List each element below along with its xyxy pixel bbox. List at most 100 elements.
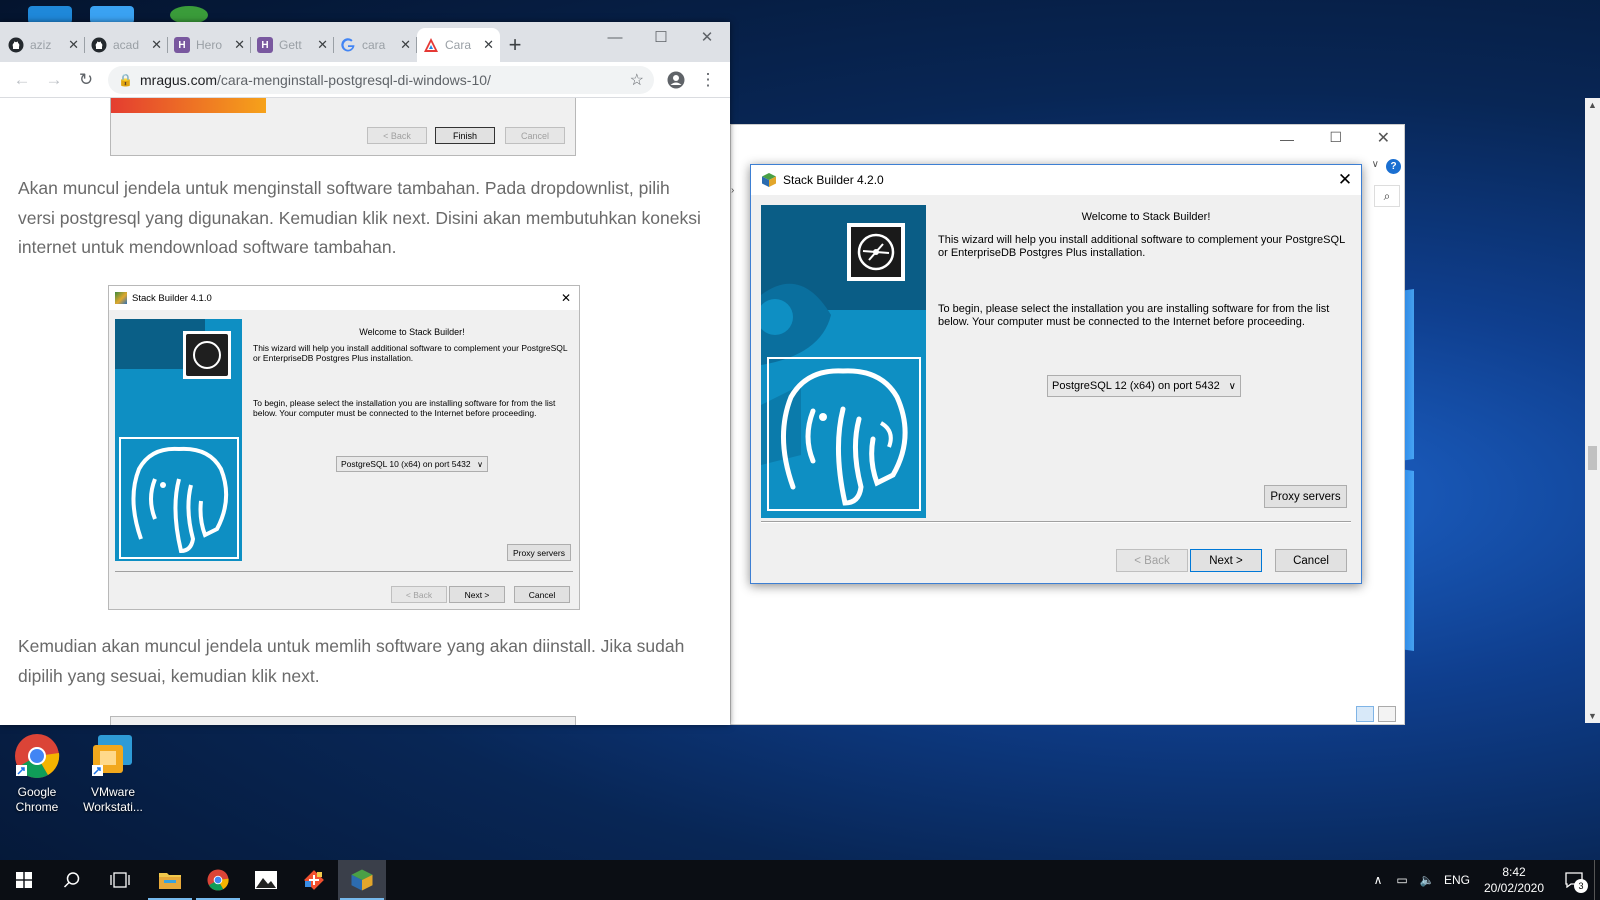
start-button[interactable] bbox=[0, 860, 48, 900]
language-indicator[interactable]: ENG bbox=[1440, 873, 1474, 887]
large-icons-view-icon[interactable] bbox=[1378, 706, 1396, 722]
embedded-window-title: Stack Builder 4.1.0 bbox=[132, 292, 212, 304]
close-icon[interactable]: ✕ bbox=[1377, 128, 1390, 148]
scroll-down-icon[interactable]: ▼ bbox=[1585, 711, 1600, 721]
wizard-intro-text: This wizard will help you install additi… bbox=[938, 234, 1345, 259]
tab-title: Gett bbox=[279, 38, 302, 52]
maximize-icon[interactable]: ☐ bbox=[638, 22, 684, 52]
article-screenshot-next bbox=[110, 716, 576, 725]
search-button[interactable] bbox=[48, 860, 96, 900]
chevron-down-icon[interactable]: ∨ bbox=[1372, 159, 1379, 170]
task-view-button[interactable] bbox=[96, 860, 144, 900]
dialog-titlebar: Stack Builder 4.2.0 bbox=[751, 165, 1361, 195]
page-scrollbar[interactable]: ▲ ▼ bbox=[1585, 98, 1600, 723]
url-host: mragus.com bbox=[140, 71, 218, 88]
installation-select[interactable]: PostgreSQL 12 (x64) on port 5432 ∨ bbox=[1047, 375, 1241, 397]
reload-icon[interactable]: ↻ bbox=[70, 66, 102, 94]
article-page: < Back Finish Cancel Akan muncul jendela… bbox=[0, 98, 715, 725]
close-tab-icon[interactable]: ✕ bbox=[234, 37, 245, 53]
close-tab-icon[interactable]: ✕ bbox=[483, 37, 494, 53]
article-screenshot-stackbuilder: Stack Builder 4.1.0 ✕ Welcome to Stack B… bbox=[108, 285, 580, 610]
installer-banner-image bbox=[111, 98, 266, 113]
action-center-icon[interactable]: 3 bbox=[1554, 860, 1594, 900]
maximize-icon[interactable]: ☐ bbox=[1329, 129, 1342, 146]
chevron-down-icon: ∨ bbox=[1228, 380, 1236, 392]
wizard-banner bbox=[761, 205, 926, 518]
taskbar-photos[interactable] bbox=[242, 860, 290, 900]
windows-icon bbox=[16, 872, 32, 888]
taskbar: ∧ ▭ 🔈 ENG 8:42 20/02/2020 3 bbox=[0, 860, 1600, 900]
bookmark-star-icon[interactable]: ☆ bbox=[630, 70, 644, 90]
help-icon[interactable]: ? bbox=[1386, 159, 1401, 174]
tab-heroku-gett[interactable]: H Gett ✕ bbox=[251, 28, 334, 62]
close-tab-icon[interactable]: ✕ bbox=[317, 37, 328, 53]
close-icon: ✕ bbox=[560, 291, 571, 305]
back-button[interactable]: < Back bbox=[1116, 549, 1188, 572]
lock-icon: 🔒 bbox=[118, 72, 133, 87]
chevron-down-icon: ∨ bbox=[477, 459, 483, 469]
postgres-elephant-icon bbox=[767, 357, 921, 511]
desktop-icon-label: Google Chrome bbox=[15, 785, 59, 814]
scroll-thumb[interactable] bbox=[1588, 446, 1597, 470]
forward-icon[interactable]: → bbox=[38, 66, 70, 94]
task-view-icon bbox=[110, 872, 130, 888]
volume-icon[interactable]: 🔈 bbox=[1414, 873, 1440, 887]
taskbar-git[interactable] bbox=[290, 860, 338, 900]
tab-title: cara bbox=[362, 38, 386, 52]
new-tab-button[interactable]: + bbox=[500, 28, 530, 62]
tab-title: Cara bbox=[445, 38, 472, 52]
tab-github-acad[interactable]: acad ✕ bbox=[85, 28, 168, 62]
search-icon bbox=[63, 872, 80, 888]
screenshot-cancel-button: Cancel bbox=[505, 127, 565, 144]
proxy-servers-button[interactable]: Proxy servers bbox=[1264, 485, 1347, 508]
chrome-icon bbox=[14, 733, 60, 779]
stack-builder-icon bbox=[762, 173, 776, 187]
minimize-icon[interactable]: — bbox=[592, 22, 638, 52]
chevron-up-icon[interactable]: ∧ bbox=[1366, 873, 1390, 887]
tab-github-aziz[interactable]: aziz ✕ bbox=[2, 28, 85, 62]
screenshot-back-button: < Back bbox=[367, 127, 427, 144]
tab-google-cara[interactable]: cara ✕ bbox=[334, 28, 417, 62]
screenshot-finish-button: Finish bbox=[435, 127, 495, 144]
back-icon[interactable]: ← bbox=[6, 66, 38, 94]
close-window-icon[interactable]: ✕ bbox=[684, 22, 730, 52]
tab-title: acad bbox=[113, 38, 140, 52]
tab-mragus-cara[interactable]: Cara ✕ bbox=[417, 28, 500, 62]
divider bbox=[761, 521, 1351, 523]
wizard-instruction-text: To begin, please select the installation… bbox=[938, 303, 1330, 328]
tab-title: Hero bbox=[196, 38, 223, 52]
installation-select-value: PostgreSQL 12 (x64) on port 5432 bbox=[1052, 380, 1220, 392]
heroku-icon: H bbox=[257, 37, 273, 53]
taskbar-file-explorer[interactable] bbox=[146, 860, 194, 900]
minimize-icon[interactable]: — bbox=[1280, 131, 1294, 147]
details-view-icon[interactable] bbox=[1356, 706, 1374, 722]
git-icon bbox=[304, 870, 324, 890]
address-bar[interactable]: 🔒 mragus.com/cara-menginstall-postgresql… bbox=[108, 65, 654, 94]
search-icon[interactable]: ⌕ bbox=[1374, 185, 1400, 207]
cancel-button[interactable]: Cancel bbox=[1275, 549, 1347, 572]
embedded-cancel-button: Cancel bbox=[514, 586, 570, 603]
system-tray: ∧ ▭ 🔈 ENG 8:42 20/02/2020 3 bbox=[1366, 860, 1600, 900]
profile-icon[interactable] bbox=[660, 66, 692, 94]
welcome-heading: Welcome to Stack Builder! bbox=[1081, 211, 1211, 223]
next-button[interactable]: Next > bbox=[1190, 549, 1262, 572]
close-tab-icon[interactable]: ✕ bbox=[400, 37, 411, 53]
close-tab-icon[interactable]: ✕ bbox=[151, 37, 162, 53]
tab-heroku-hero[interactable]: H Hero ✕ bbox=[168, 28, 251, 62]
taskbar-chrome[interactable] bbox=[194, 860, 242, 900]
article-screenshot-finish: < Back Finish Cancel bbox=[110, 98, 576, 156]
tab-strip: aziz ✕ acad ✕ H Hero ✕ H Gett ✕ cara ✕ C… bbox=[0, 22, 730, 62]
url-path: /cara-menginstall-postgresql-di-windows-… bbox=[217, 71, 491, 88]
clock[interactable]: 8:42 20/02/2020 bbox=[1474, 864, 1554, 896]
desktop-icon-vmware[interactable]: VMware Workstati... bbox=[76, 733, 150, 815]
close-icon[interactable]: ✕ bbox=[1329, 165, 1361, 195]
close-tab-icon[interactable]: ✕ bbox=[68, 37, 79, 53]
desktop-icon-chrome[interactable]: Google Chrome bbox=[0, 733, 74, 815]
menu-dots-icon[interactable]: ⋮ bbox=[692, 66, 724, 94]
folder-icon bbox=[159, 873, 181, 889]
embedded-proxy-button: Proxy servers bbox=[507, 544, 571, 561]
stack-builder-dialog[interactable]: Stack Builder 4.2.0 ✕ Welcome to Stack B… bbox=[750, 164, 1362, 584]
scroll-up-icon[interactable]: ▲ bbox=[1585, 100, 1600, 110]
network-icon[interactable]: ▭ bbox=[1390, 873, 1414, 887]
taskbar-stack-builder[interactable] bbox=[338, 860, 386, 900]
